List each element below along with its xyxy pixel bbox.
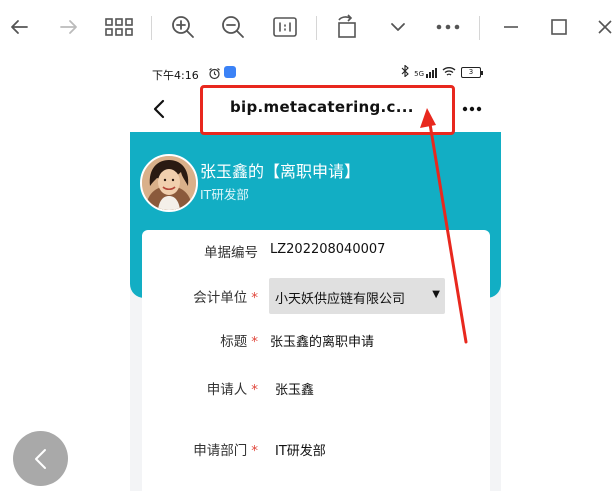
floating-back-button[interactable] (13, 431, 68, 486)
annotation-arrow (420, 108, 468, 344)
chevron-left-icon (34, 448, 46, 469)
